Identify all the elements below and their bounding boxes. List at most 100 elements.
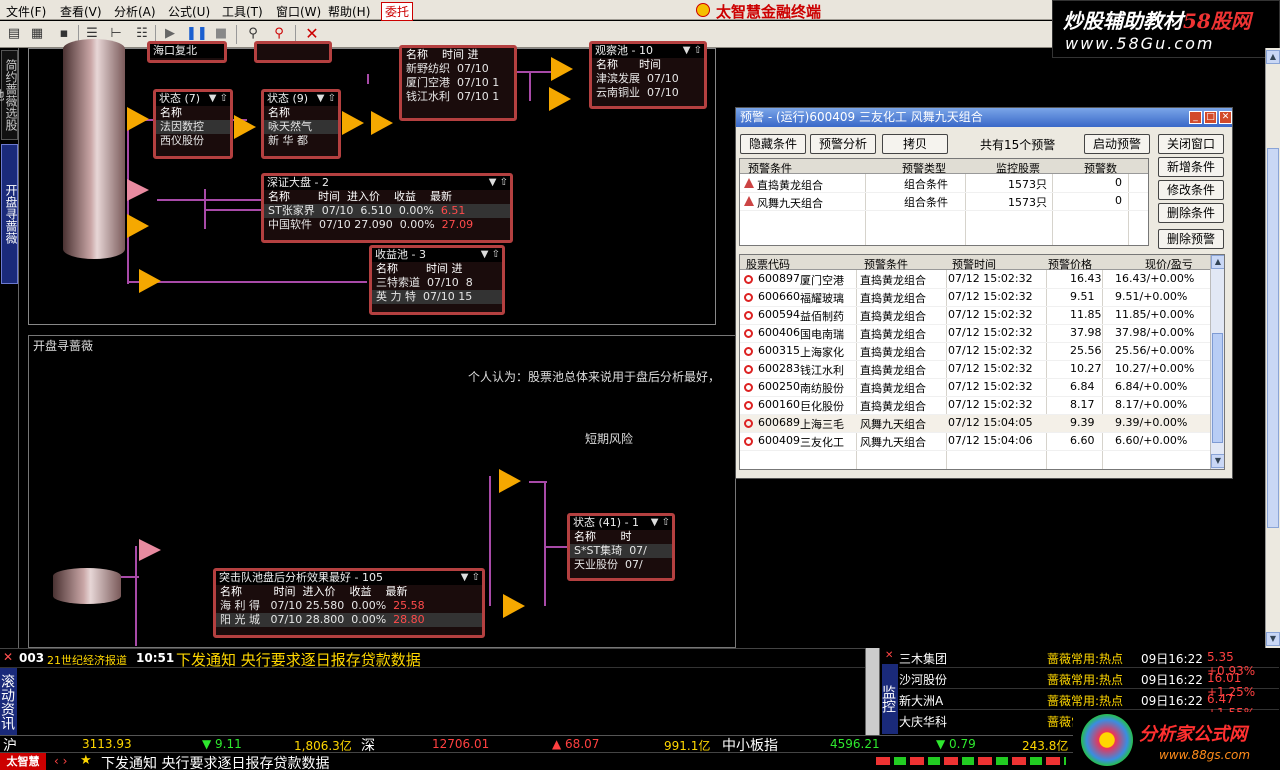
hide-conditions-button[interactable]: 隐藏条件 (740, 134, 806, 154)
node-row[interactable]: 西仪股份 (156, 134, 230, 148)
node-row-name[interactable]: 中国软件 (268, 218, 312, 231)
pool-node-status9[interactable]: 状态 (9) ▼ ⇧ 名称 咏天然气 新 华 都 (261, 89, 341, 159)
print-preview-icon[interactable]: ▦ (28, 25, 46, 43)
col-header[interactable]: 预警条件 (748, 160, 792, 176)
filter-triangle-icon[interactable] (234, 115, 256, 139)
pool-node-profit[interactable]: 收益池 - 3 ▼ ⇧ 名称 时间 进 三特索道 07/10 8 英 力 特 07… (369, 245, 505, 315)
col-header[interactable]: 股票代码 (746, 256, 790, 272)
alert-row[interactable]: 600897 厦门空港 直捣黄龙组合 07/12 15:02:32 16.43 16.43… (740, 271, 1224, 289)
node-row[interactable]: 新 华 都 (264, 134, 338, 148)
monitor-row[interactable]: 三木集团 蔷薇常用:热点 09日16:22 5.35 +0.93% (899, 648, 1279, 678)
close-news-icon[interactable]: ✕ (3, 650, 13, 664)
alert-analysis-button[interactable]: 预警分析 (810, 134, 876, 154)
filter-triangle-icon[interactable] (503, 594, 525, 618)
scroll-thumb[interactable] (1267, 148, 1279, 528)
node-row-name[interactable]: ST张家界 (268, 204, 315, 217)
alert-row[interactable]: 600250 南纺股份 直捣黄龙组合 07/12 15:02:32 6.84 6.84/+… (740, 379, 1224, 397)
delete-alert-button[interactable]: 删除预警 (1158, 229, 1224, 249)
filter-triangle-icon[interactable] (127, 214, 149, 238)
filter-triangle-icon[interactable] (127, 107, 149, 131)
condition-row[interactable]: 直捣黄龙组合 组合条件 1573只 0 (740, 175, 1148, 193)
filter-triangle-icon[interactable] (499, 469, 521, 493)
close-window-button[interactable]: 关闭窗口 (1158, 134, 1224, 154)
tab-open-rose[interactable]: 开盘寻蔷薇 (1, 144, 18, 284)
col-header[interactable]: 预警数 (1084, 160, 1117, 176)
menu-trade[interactable]: 委托 (381, 2, 414, 21)
menu-formula[interactable]: 公式(U) (168, 3, 210, 20)
status-ticker[interactable]: 下发通知 央行要求逐日报存贷款数据 (101, 753, 329, 770)
copy-button[interactable]: 拷贝 (882, 134, 948, 154)
brand-badge[interactable]: 太智慧 (0, 753, 46, 770)
modify-condition-button[interactable]: 修改条件 (1158, 180, 1224, 200)
alert-row[interactable]: 600406 国电南瑞 直捣黄龙组合 07/12 15:02:32 37.98 37.98… (740, 325, 1224, 343)
menu-file[interactable]: 文件(F) (6, 3, 46, 20)
maximize-icon[interactable]: □ (1204, 111, 1217, 124)
monitor-close-icon[interactable]: ✕ (885, 650, 893, 661)
node-row-name[interactable]: 三特索道 (376, 276, 420, 289)
tab-monitor[interactable]: 监控 (880, 664, 898, 734)
monitor-row[interactable]: 沙河股份 蔷薇常用:热点 09日16:22 16.01 +1.25% (899, 669, 1279, 699)
minimize-icon[interactable]: _ (1189, 111, 1202, 124)
alert-row[interactable]: 600315 上海家化 直捣黄龙组合 07/12 15:02:32 25.56 25.56… (740, 343, 1224, 361)
col-header[interactable]: 预警类型 (902, 160, 946, 176)
node-row-name[interactable]: 英 力 特 (376, 290, 416, 303)
start-alert-button[interactable]: 启动预警 (1084, 134, 1150, 154)
node-row-name[interactable]: 阳 光 城 (220, 613, 260, 626)
filter-triangle-icon[interactable] (342, 111, 364, 135)
pool-node-observe[interactable]: 观察池 - 10 ▼ ⇧ 名称 时间 津滨发展 07/10 云南铜业 07/10 (589, 41, 707, 109)
col-header[interactable]: 预警条件 (864, 256, 908, 272)
tab-simple-pool[interactable]: 简约蔷薇选股池 (0, 50, 18, 140)
filter-triangle-icon[interactable] (551, 57, 573, 81)
node-row-name[interactable]: 新野纺织 (406, 62, 450, 75)
filter-triangle-icon[interactable] (139, 269, 161, 293)
scroll-thumb[interactable] (1212, 333, 1223, 443)
pool-node-top-mid[interactable]: 名称 时间 进 新野纺织 07/10 厦门空港 07/10 1 钱江水利 07/… (399, 45, 517, 121)
node-row-name[interactable]: 厦门空港 (406, 76, 450, 89)
scroll-down-icon[interactable]: ▼ (1211, 454, 1224, 468)
news-source[interactable]: 21世纪经济报道 (47, 652, 127, 668)
menu-analysis[interactable]: 分析(A) (114, 3, 156, 20)
condition-row[interactable]: 风舞九天组合 组合条件 1573只 0 (740, 193, 1148, 211)
add-condition-button[interactable]: 新增条件 (1158, 157, 1224, 177)
alert-row[interactable]: 600409 三友化工 风舞九天组合 07/12 15:04:06 6.60 6.60/+… (740, 433, 1224, 451)
menu-tools[interactable]: 工具(T) (222, 3, 263, 20)
node-row[interactable]: 法因数控 (156, 120, 230, 134)
node-row-name[interactable]: S*ST集琦 (574, 544, 622, 557)
menu-view[interactable]: 查看(V) (60, 3, 102, 20)
node-row[interactable]: 咏天然气 (264, 120, 338, 134)
pool-node-top-stub[interactable] (254, 41, 332, 63)
alert-row[interactable]: 600594 益佰制药 直捣黄龙组合 07/12 15:02:32 11.85 11.85… (740, 307, 1224, 325)
col-header[interactable]: 监控股票 (996, 160, 1040, 176)
node-row-name[interactable]: 天业股份 (574, 558, 618, 571)
close-icon[interactable]: ✕ (1219, 111, 1232, 124)
pool-node-status41[interactable]: 状态 (41) - 1 ▼ ⇧ 名称 时 S*ST集琦 07/ 天业股份 07/ (567, 513, 675, 581)
scroll-down-icon[interactable]: ▼ (1266, 632, 1280, 646)
filter-triangle-icon[interactable] (549, 87, 571, 111)
col-header[interactable]: 现价/盈亏 (1145, 256, 1193, 272)
node-row-name[interactable]: 津滨发展 (596, 72, 640, 85)
filter-triangle-icon[interactable] (371, 111, 393, 135)
pool-node-top-left[interactable]: 海口复北 (147, 41, 227, 63)
tab-rolling-news[interactable]: 滚动资讯 (0, 668, 17, 736)
pool-node-breakout[interactable]: 突击队池盘后分析效果最好 - 105 ▼ ⇧ 名称 时间 进入价 收益 最新 海 … (213, 568, 485, 638)
star-icon[interactable]: ★ (80, 753, 92, 768)
delete-condition-button[interactable]: 删除条件 (1158, 203, 1224, 223)
alert-row[interactable]: 600160 巨化股份 直捣黄龙组合 07/12 15:02:32 8.17 8.17/+… (740, 397, 1224, 415)
node-row-name[interactable]: 海 利 得 (220, 599, 260, 612)
save-icon[interactable]: ▪ (55, 25, 73, 43)
alert-row[interactable]: 600660 福耀玻璃 直捣黄龙组合 07/12 15:02:32 9.51 9.51/+… (740, 289, 1224, 307)
monitor-row[interactable]: 新大洲A 蔷薇常用:热点 09日16:22 6.47 +1.55% (899, 690, 1279, 720)
pink-filter-triangle-icon[interactable] (139, 539, 161, 561)
menu-window[interactable]: 窗口(W) (276, 3, 321, 20)
scroll-up-icon[interactable]: ▲ (1266, 50, 1280, 64)
pink-filter-triangle-icon[interactable] (127, 179, 149, 201)
print-icon[interactable]: ▤ (5, 25, 23, 43)
node-row-name[interactable]: 钱江水利 (406, 90, 450, 103)
menu-help[interactable]: 帮助(H) (328, 3, 370, 20)
main-scrollbar[interactable]: ▲ ▼ (1265, 48, 1280, 648)
col-header[interactable]: 预警时间 (952, 256, 996, 272)
prev-news-icon[interactable]: ‹ › (54, 754, 67, 768)
scroll-up-icon[interactable]: ▲ (1211, 255, 1224, 269)
col-header[interactable]: 预警价格 (1048, 256, 1092, 272)
alert-row[interactable]: 600689 上海三毛 风舞九天组合 07/12 15:04:05 9.39 9.39/+… (740, 415, 1224, 433)
